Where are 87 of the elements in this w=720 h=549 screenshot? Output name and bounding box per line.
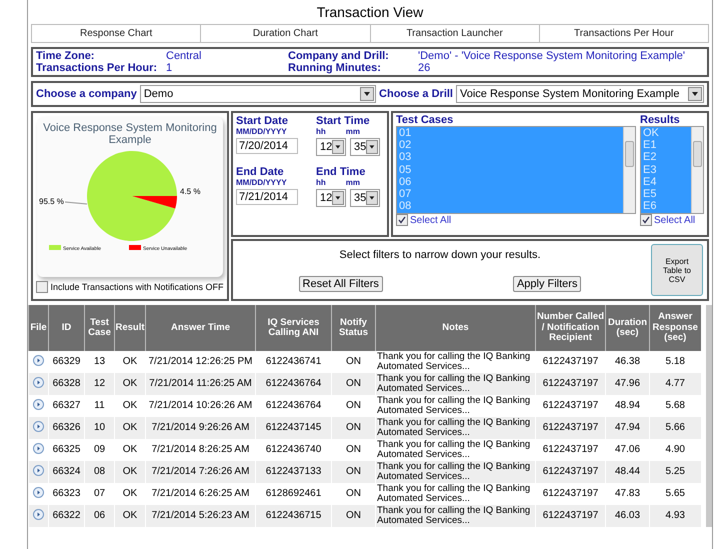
hour-select[interactable]: 12 bbox=[316, 189, 346, 207]
info-label: Running Minutes: bbox=[288, 62, 382, 74]
table-cell: OK bbox=[114, 505, 146, 527]
caret-icon bbox=[366, 140, 378, 154]
format-hint: MM/DD/YYYY bbox=[236, 127, 288, 136]
info-value: Central bbox=[166, 50, 202, 62]
hour-label: hh bbox=[316, 127, 326, 136]
info-label: Time Zone: bbox=[36, 50, 96, 62]
info-value: 26 bbox=[418, 62, 432, 74]
checkbox-label[interactable]: Select All bbox=[654, 214, 696, 226]
company-select[interactable]: Demo bbox=[140, 85, 376, 103]
format-hint: MM/DD/YYYY bbox=[236, 178, 288, 187]
checkbox[interactable] bbox=[396, 214, 408, 226]
checkbox-label[interactable]: Select All bbox=[410, 214, 452, 226]
play-icon[interactable] bbox=[33, 377, 44, 388]
reset-button[interactable]: Reset All Filters bbox=[298, 276, 383, 292]
checkbox-label[interactable]: Include Transactions with Notifications OFF bbox=[50, 282, 224, 292]
play-icon[interactable] bbox=[33, 355, 44, 366]
table-cell: 6122436715 bbox=[256, 505, 332, 527]
play-icon[interactable] bbox=[33, 399, 44, 410]
tab[interactable]: Transaction Launcher bbox=[370, 25, 540, 42]
table-cell: 4.93 bbox=[650, 505, 700, 527]
column-header: Duration (sec) bbox=[606, 305, 650, 351]
table-cell: Thank you for calling the IQ Banking Automated Services... bbox=[376, 505, 536, 527]
field-label: End Time bbox=[316, 166, 366, 178]
info-value: 1 bbox=[166, 62, 174, 74]
filter-hint: Select filters to narrow down your results. bbox=[339, 248, 541, 260]
column-header: Notes bbox=[376, 305, 536, 351]
leader-line bbox=[64, 202, 88, 204]
field-label: Choose a company bbox=[36, 88, 137, 100]
field-label: End Date bbox=[236, 166, 285, 178]
field-label: Start Time bbox=[316, 115, 371, 127]
table-cell: 46.03 bbox=[606, 505, 650, 527]
hour-label: hh bbox=[316, 178, 326, 187]
table-cell: 7/21/2014 5:26:23 AM bbox=[146, 505, 256, 527]
export-button[interactable]: Export Table to CSV bbox=[651, 244, 703, 296]
column-header: Test Case bbox=[84, 305, 114, 351]
play-icon[interactable] bbox=[33, 443, 44, 454]
play-icon[interactable] bbox=[33, 465, 44, 476]
play-icon[interactable] bbox=[33, 487, 44, 498]
caret-icon bbox=[360, 87, 374, 101]
scrollbar[interactable] bbox=[706, 305, 712, 527]
column-header: Notify Status bbox=[332, 305, 376, 351]
drill-select[interactable]: Voice Response System Monitoring Example bbox=[456, 85, 704, 103]
hour-select[interactable]: 12 bbox=[316, 138, 346, 156]
caret-icon bbox=[332, 191, 344, 205]
tab[interactable]: Transactions Per Hour bbox=[540, 25, 708, 42]
column-header: Result bbox=[114, 305, 146, 351]
minute-select[interactable]: 35 bbox=[350, 138, 380, 156]
table-cell: 6122437197 bbox=[536, 505, 606, 527]
minute-select[interactable]: 35 bbox=[350, 189, 380, 207]
checkbox[interactable] bbox=[36, 281, 48, 293]
play-icon[interactable] bbox=[33, 509, 44, 520]
table-cell: 66322 bbox=[48, 505, 84, 527]
caret-icon bbox=[366, 191, 378, 205]
chart-title: Voice Response System Monitoring Example bbox=[42, 121, 218, 146]
column-header: Number Called / Notification Recipient bbox=[536, 305, 606, 351]
apply-button[interactable]: Apply Filters bbox=[512, 276, 582, 292]
column-header: Answer Response (sec) bbox=[650, 305, 700, 351]
page-title: Transaction View bbox=[316, 4, 424, 20]
list-label: Results bbox=[640, 114, 681, 126]
list-label: Test Cases bbox=[396, 114, 454, 126]
minute-label: mm bbox=[346, 127, 360, 136]
play-icon[interactable] bbox=[33, 421, 44, 432]
checkbox[interactable] bbox=[640, 214, 652, 226]
field-label: Choose a Drill bbox=[379, 88, 453, 100]
table-cell: ON bbox=[332, 505, 376, 527]
date-field[interactable]: 7/20/2014 bbox=[236, 138, 298, 154]
info-label: Transactions Per Hour: bbox=[36, 62, 158, 74]
value-label: 4.5 % bbox=[180, 187, 200, 196]
column-header: IQ Services Calling ANI bbox=[256, 305, 332, 351]
value-label: 95.5 % bbox=[39, 197, 64, 206]
caret-icon bbox=[688, 87, 702, 101]
table-cell: 06 bbox=[84, 505, 114, 527]
column-header: ID bbox=[48, 305, 84, 351]
date-field[interactable]: 7/21/2014 bbox=[236, 189, 298, 205]
info-label: Company and Drill: bbox=[288, 50, 390, 62]
tab[interactable]: Response Chart bbox=[32, 25, 202, 42]
column-header: Answer Time bbox=[146, 305, 256, 351]
field-label: Start Date bbox=[236, 115, 289, 127]
info-value: 'Demo' - 'Voice Response System Monitoring Example' bbox=[418, 50, 686, 62]
tab[interactable]: Duration Chart bbox=[201, 25, 370, 42]
caret-icon bbox=[332, 140, 344, 154]
scrollbar[interactable] bbox=[691, 127, 703, 213]
column-header: File bbox=[28, 305, 48, 351]
minute-label: mm bbox=[346, 178, 360, 187]
scrollbar[interactable] bbox=[623, 127, 635, 213]
